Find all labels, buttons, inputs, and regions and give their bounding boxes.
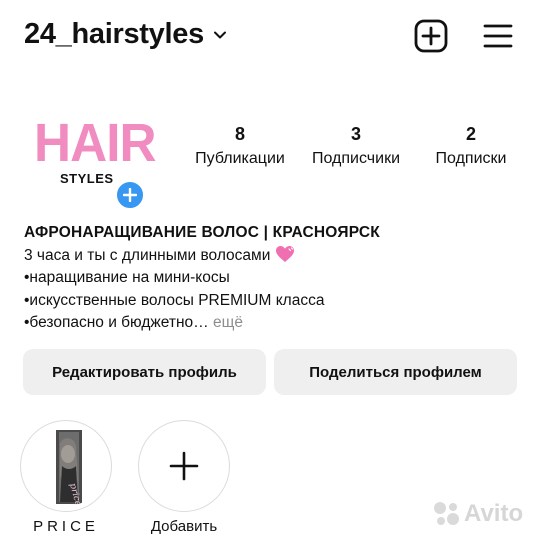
plus-icon [169, 451, 199, 481]
profile-bio: АФРОНАРАЩИВАНИЕ ВОЛОС | КРАСНОЯРСК 3 час… [24, 222, 524, 335]
plus-icon [123, 188, 137, 202]
stat-following-label: Подписки [435, 150, 507, 167]
highlight-price[interactable]: price PRICE [19, 420, 113, 535]
edit-profile-button[interactable]: Редактировать профиль [23, 349, 266, 395]
stat-followers-count: 3 [350, 124, 361, 144]
bio-line-1: 3 часа и ты с длинными волосами [24, 246, 271, 264]
profile-header: 24_hairstyles [0, 0, 540, 72]
stat-posts-count: 8 [234, 124, 245, 144]
bio-line-2: •наращивание на мини-косы [24, 269, 230, 286]
highlight-label: Добавить [150, 518, 218, 535]
bio-line: 3 часа и ты с длинными волосами [24, 245, 524, 268]
logo-styles-text: STYLES [60, 171, 114, 186]
heart-icon [275, 245, 294, 262]
stat-following[interactable]: 2 Подписки [424, 122, 518, 171]
menu-icon [483, 24, 513, 48]
avito-watermark: Avito [432, 500, 523, 528]
highlight-ring[interactable]: price [20, 420, 112, 512]
share-profile-button[interactable]: Поделиться профилем [274, 349, 517, 395]
logo-hair-text: HAIR [34, 113, 157, 173]
add-story-button[interactable] [114, 179, 146, 211]
highlight-ring[interactable] [138, 420, 230, 512]
chevron-down-icon [213, 31, 226, 38]
highlight-add[interactable]: Добавить [137, 420, 231, 535]
highlight-label: PRICE [33, 518, 99, 535]
bio-line-4: •безопасно и бюджетно… [24, 314, 209, 331]
account-switcher[interactable]: 24_hairstyles [24, 18, 228, 51]
stat-followers[interactable]: 3 Подписчики [302, 122, 410, 171]
bio-line: •безопасно и бюджетно… ещё [24, 312, 524, 335]
stat-following-count: 2 [465, 124, 476, 144]
watermark-text: Avito [464, 500, 524, 527]
stat-followers-label: Подписчики [311, 150, 400, 167]
bio-more-link[interactable]: ещё [213, 314, 243, 331]
stat-posts-label: Публикации [195, 150, 285, 167]
highlight-photo-illustration: price [26, 426, 106, 506]
new-post-button[interactable] [413, 18, 449, 54]
stat-posts[interactable]: 8 Публикации [186, 122, 294, 171]
profile-display-name: АФРОНАРАЩИВАНИЕ ВОЛОС | КРАСНОЯРСК [24, 224, 380, 241]
menu-button[interactable] [480, 18, 516, 54]
avito-logo-icon [434, 502, 459, 525]
username: 24_hairstyles [24, 18, 204, 50]
highlight-cover-image: price [26, 426, 106, 506]
new-post-icon [414, 19, 448, 53]
bio-line-3: •искусственные волосы PREMIUM класса [24, 291, 325, 309]
